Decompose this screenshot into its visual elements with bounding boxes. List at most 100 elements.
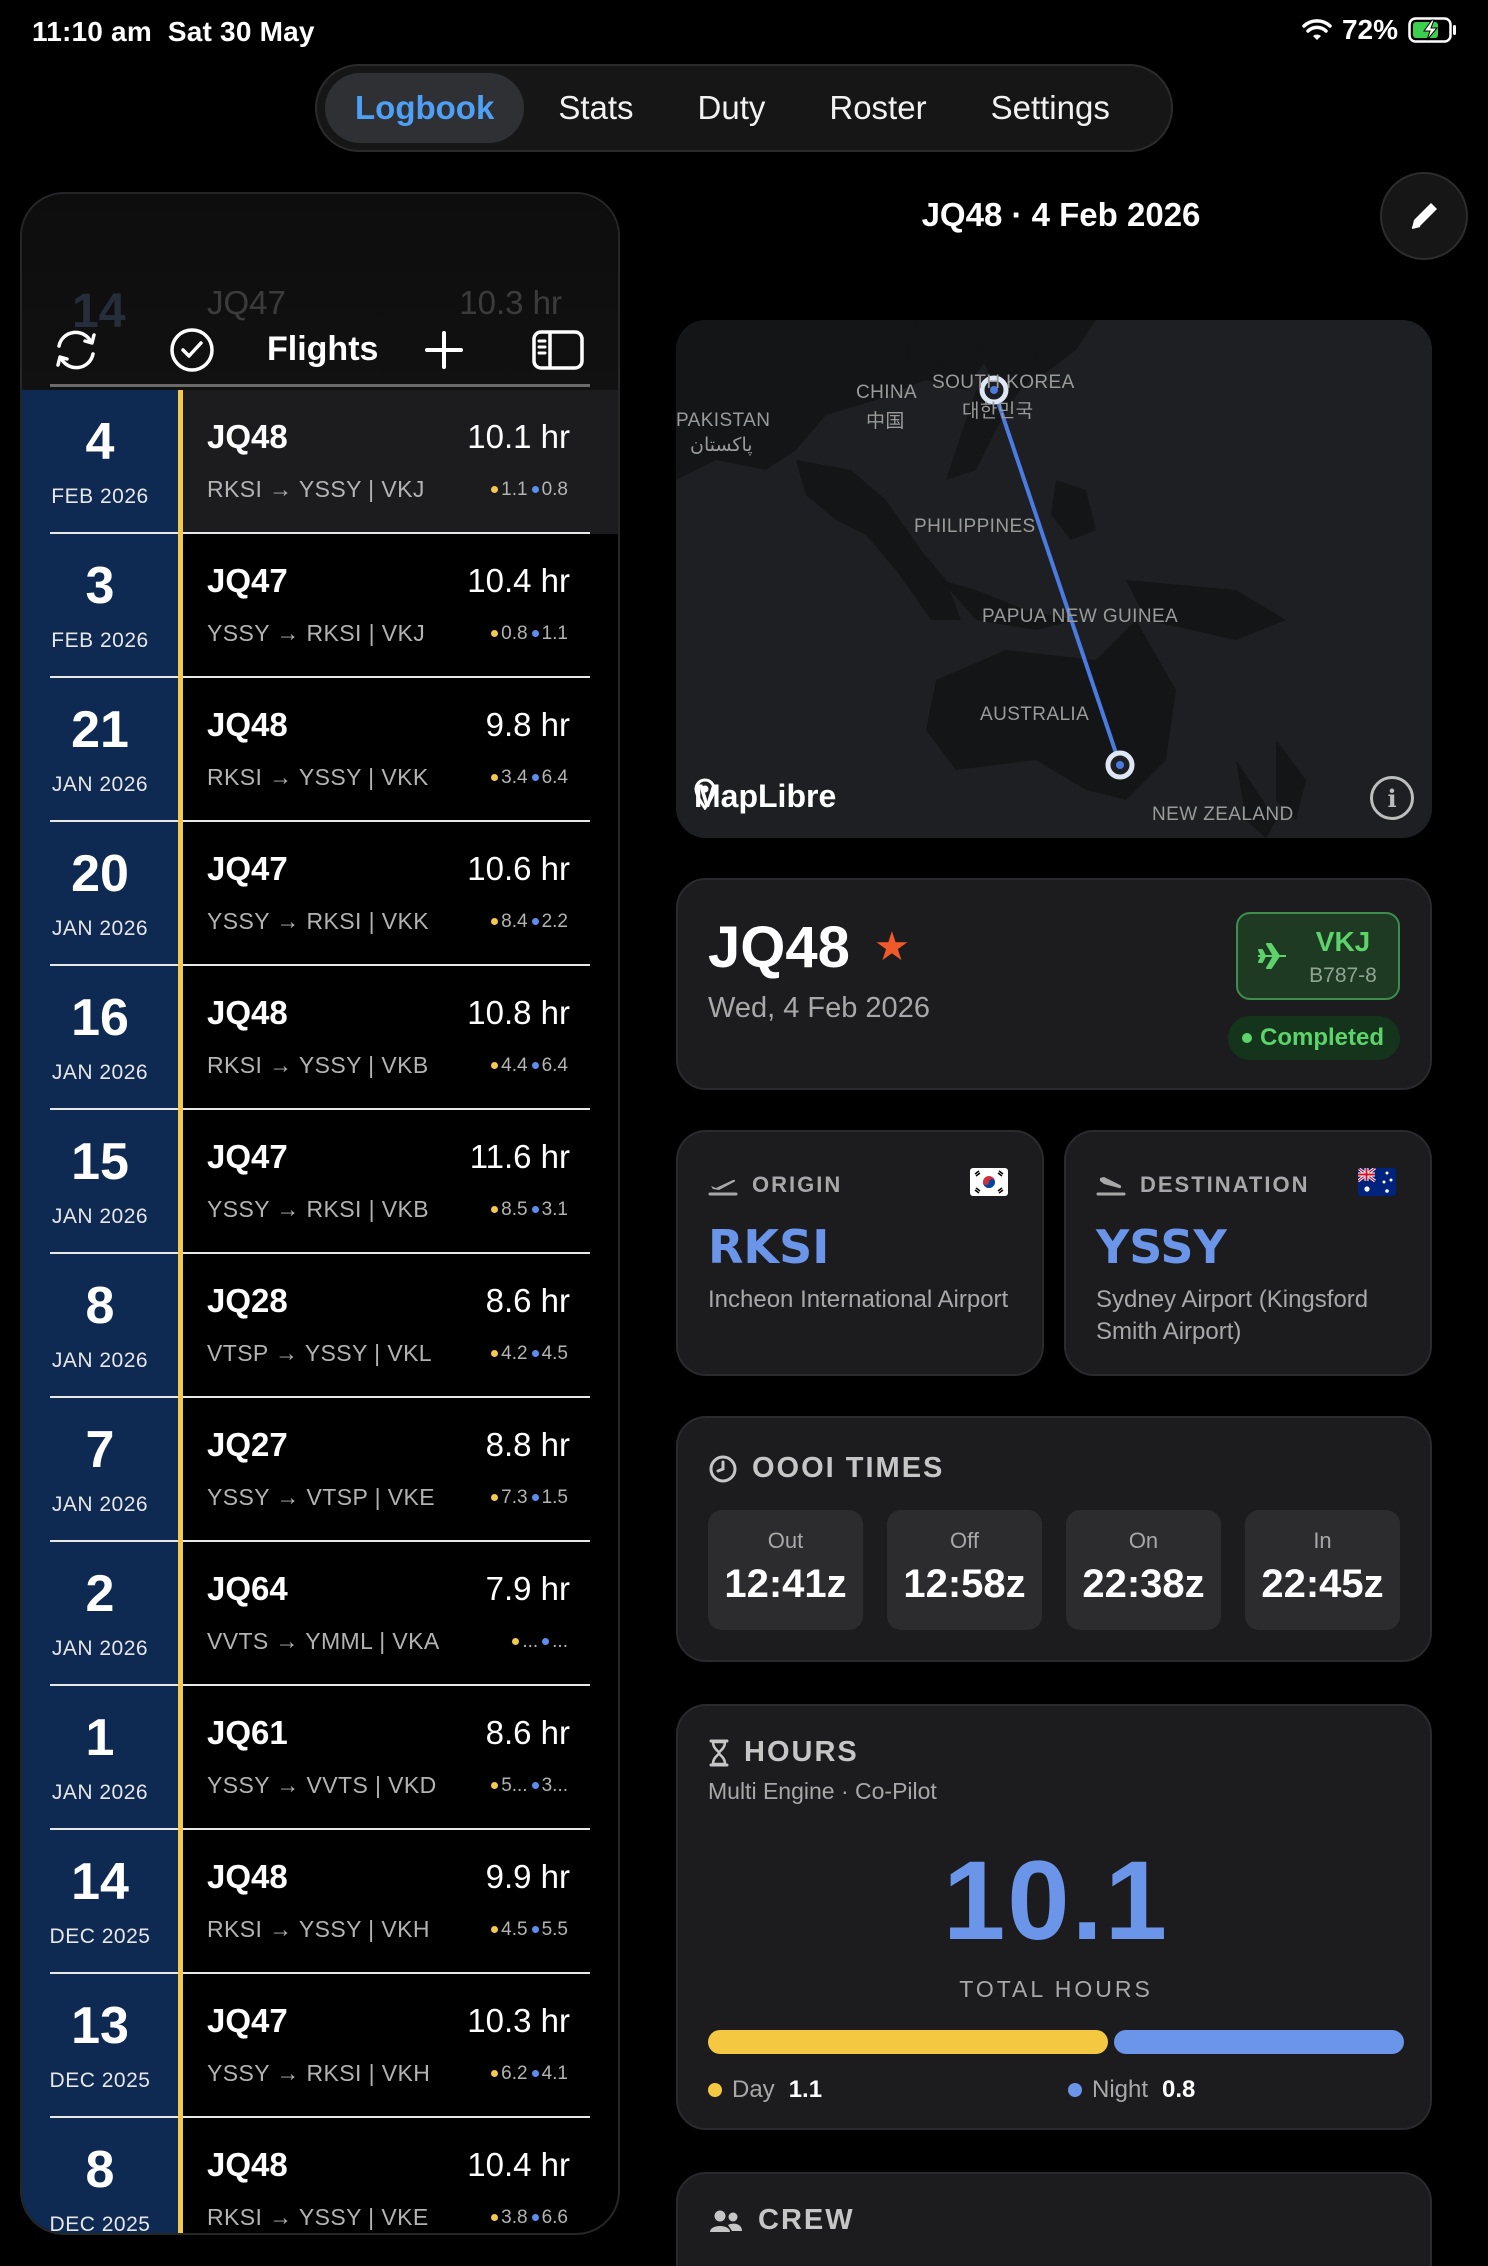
select-button[interactable] <box>164 322 220 378</box>
map-label-australia: AUSTRALIA <box>980 704 1090 725</box>
row-hours: 10.8 hr <box>467 994 570 1031</box>
timeline-line <box>178 194 183 2233</box>
oooi-out[interactable]: Out 12:41z <box>708 1510 863 1630</box>
flight-row[interactable]: 8 JAN 2026 JQ28 8.6 hr VTSP → YSSY | VKL 4.2 4… <box>22 1254 618 1398</box>
oooi-on[interactable]: On 22:38z <box>1066 1510 1221 1630</box>
map-label-pakistan: PAKISTAN <box>676 410 771 431</box>
edit-button[interactable] <box>1380 172 1468 260</box>
route-map[interactable]: CHINA 中国 SOUTH KOREA 대한민국 PAKISTAN پاکست… <box>676 320 1432 838</box>
row-hours: 8.8 hr <box>485 1426 570 1463</box>
tab-stats[interactable]: Stats <box>528 73 663 143</box>
row-date: 1 JAN 2026 <box>22 1686 178 1830</box>
flight-row[interactable]: 7 JAN 2026 JQ27 8.8 hr YSSY → VTSP | VKE 7.3 1… <box>22 1398 618 1542</box>
day-dot <box>491 1782 499 1790</box>
row-flight-code: JQ28 <box>207 1282 288 1319</box>
map-label-nz: NEW ZEALAND <box>1152 804 1294 825</box>
flight-row[interactable]: 20 JAN 2026 JQ47 10.6 hr YSSY → RKSI | VKK 8.… <box>22 822 618 966</box>
landing-icon <box>1096 1177 1126 1196</box>
flight-row[interactable]: 1 JAN 2026 JQ61 8.6 hr YSSY → VVTS | VKD 5...… <box>22 1686 618 1830</box>
maplibre-attribution[interactable]: MapLibre <box>694 778 836 815</box>
sync-button[interactable] <box>48 322 104 378</box>
row-date: 8 JAN 2026 <box>22 1254 178 1398</box>
row-flight-code: JQ47 <box>207 1138 288 1175</box>
oooi-in[interactable]: In 22:45z <box>1245 1510 1400 1630</box>
flight-row[interactable]: 13 DEC 2025 JQ47 10.3 hr YSSY → RKSI | VKH 6.… <box>22 1974 618 2118</box>
flight-row[interactable]: 16 JAN 2026 JQ48 10.8 hr RKSI → YSSY | VKB 4.… <box>22 966 618 1110</box>
day-dot <box>491 486 499 494</box>
flight-list[interactable]: 4 FEB 2026 JQ48 10.1 hr RKSI → YSSY | VKJ 1.1… <box>22 390 618 2235</box>
destination-card[interactable]: DESTINATION YSSY Sydney Airport (Kingsfo… <box>1064 1130 1432 1376</box>
row-month: FEB 2026 <box>51 629 149 652</box>
row-route: YSSY → VTSP | VKE <box>207 1484 435 1510</box>
night-dot <box>531 1782 539 1790</box>
people-icon <box>710 2210 742 2232</box>
row-main: JQ28 8.6 hr VTSP → YSSY | VKL 4.2 4.5 <box>183 1254 618 1398</box>
row-route: RKSI → YSSY | VKB <box>207 1052 429 1078</box>
night-legend: Night 0.8 <box>1068 2076 1195 2104</box>
day-dot <box>491 1350 499 1358</box>
day-dot <box>491 2070 499 2078</box>
row-day: 3 <box>85 557 115 615</box>
row-route: RKSI → YSSY | VKH <box>207 1916 430 1942</box>
flight-row[interactable]: 15 JAN 2026 JQ47 11.6 hr YSSY → RKSI | VKB 8.… <box>22 1110 618 1254</box>
night-dot <box>531 774 539 782</box>
flight-row[interactable]: 8 DEC 2025 JQ48 10.4 hr RKSI → YSSY | VKE 3.8… <box>22 2118 618 2235</box>
origin-code: RKSI <box>708 1220 830 1274</box>
row-month: JAN 2026 <box>51 1781 149 1804</box>
row-date: 20 JAN 2026 <box>22 822 178 966</box>
australia-flag-icon <box>1358 1168 1396 1196</box>
tab-roster[interactable]: Roster <box>799 73 956 143</box>
row-date: 8 DEC 2025 <box>22 2118 178 2235</box>
row-month: JAN 2026 <box>51 1205 149 1228</box>
row-hours: 7.9 hr <box>485 1570 570 1607</box>
night-dot <box>531 918 539 926</box>
map-info-icon[interactable]: i <box>1370 776 1414 820</box>
row-date: 16 JAN 2026 <box>22 966 178 1110</box>
toggle-sidebar-button[interactable] <box>530 322 586 378</box>
tab-settings[interactable]: Settings <box>961 73 1140 143</box>
main-tab-bar: Logbook Stats Duty Roster Settings <box>315 64 1173 152</box>
flight-row[interactable]: 2 JAN 2026 JQ64 7.9 hr VVTS → YMML | VKA....… <box>22 1542 618 1686</box>
status-time: 11:10 am Sat 30 May <box>32 16 315 47</box>
map-label-png: PAPUA NEW GUINEA <box>982 606 1179 627</box>
map-label-philippines: PHILIPPINES <box>914 516 1036 537</box>
row-date: 14 DEC 2025 <box>22 1830 178 1974</box>
oooi-off[interactable]: Off 12:58z <box>887 1510 1042 1630</box>
flight-row[interactable]: 14 DEC 2025 JQ48 9.9 hr RKSI → YSSY | VKH 4.5… <box>22 1830 618 1974</box>
row-route: YSSY → RKSI | VKK <box>207 908 429 934</box>
row-day-night: 8.5 3.1 <box>491 1199 568 1221</box>
aircraft-badge[interactable]: VKJ B787-8 <box>1236 912 1400 1000</box>
row-route: RKSI → YSSY | VKK <box>207 764 429 790</box>
row-day: 1 <box>85 1709 115 1767</box>
crew-card[interactable]: CREW <box>676 2172 1432 2266</box>
day-dot <box>491 1062 499 1070</box>
hourglass-icon <box>709 1739 729 1766</box>
map-label-china: CHINA <box>856 382 918 403</box>
flight-row[interactable]: 21 JAN 2026 JQ48 9.8 hr RKSI → YSSY | VKK 3.4… <box>22 678 618 822</box>
night-dot <box>1068 2083 1082 2097</box>
row-hours: 9.8 hr <box>485 706 570 743</box>
battery-charging-icon <box>1408 17 1458 43</box>
row-month: DEC 2025 <box>49 2213 151 2235</box>
row-route: YSSY → RKSI | VKB <box>207 1196 429 1222</box>
favorite-star-icon[interactable]: ★ <box>874 924 910 970</box>
row-flight-code: JQ48 <box>207 2146 288 2183</box>
night-dot <box>531 2214 539 2222</box>
flight-row[interactable]: 4 FEB 2026 JQ48 10.1 hr RKSI → YSSY | VKJ 1.1… <box>22 390 618 534</box>
checkmark-circle-icon <box>170 328 214 372</box>
status-badge: Completed <box>1227 1016 1400 1060</box>
map-pin-icon <box>694 778 716 810</box>
tab-logbook[interactable]: Logbook <box>325 73 525 143</box>
row-month: JAN 2026 <box>51 1349 149 1372</box>
south-korea-flag-icon <box>970 1168 1008 1196</box>
flight-row[interactable]: 3 FEB 2026 JQ47 10.4 hr YSSY → RKSI | VKJ 0.8… <box>22 534 618 678</box>
row-date: 3 FEB 2026 <box>22 534 178 678</box>
add-flight-button[interactable] <box>416 322 472 378</box>
origin-card[interactable]: ORIGIN RKSI Incheon International Airpor… <box>676 1130 1044 1376</box>
row-main: JQ64 7.9 hr VVTS → YMML | VKA...... <box>183 1542 618 1686</box>
tab-duty[interactable]: Duty <box>668 73 796 143</box>
row-hours: 9.9 hr <box>485 1858 570 1895</box>
row-flight-code: JQ27 <box>207 1426 288 1463</box>
row-flight-code: JQ61 <box>207 1714 288 1751</box>
row-day-night: 6.2 4.1 <box>491 2063 568 2085</box>
